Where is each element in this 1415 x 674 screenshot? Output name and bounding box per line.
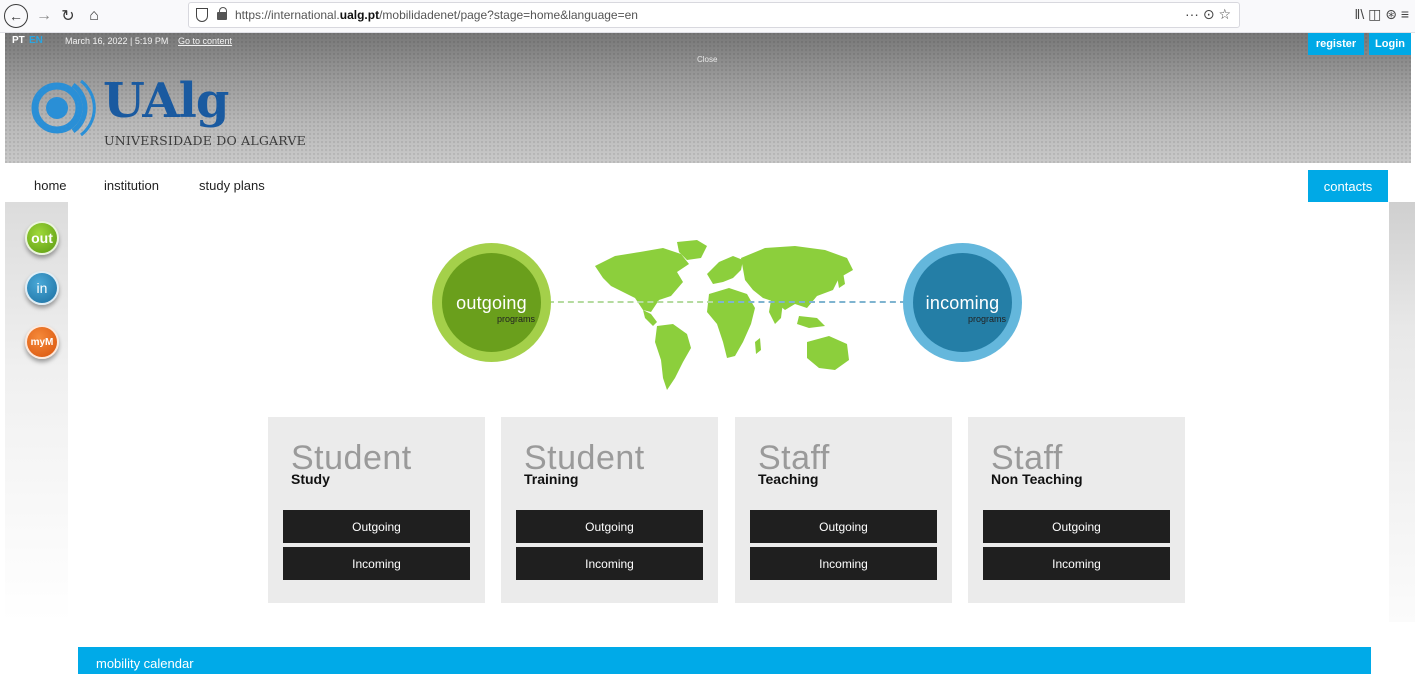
language-en[interactable]: EN	[29, 35, 43, 46]
register-button[interactable]: register	[1308, 33, 1364, 55]
card-subtitle: Training	[524, 471, 579, 487]
card-subtitle: Non Teaching	[991, 471, 1083, 487]
ualg-logo-icon[interactable]	[29, 73, 99, 143]
toolbar-icons[interactable]: ǁ\ ◫ ⊛ ≡	[1355, 6, 1409, 23]
header-banner: PT EN March 16, 2022 | 5:19 PM Go to con…	[5, 33, 1411, 163]
date-time: March 16, 2022 | 5:19 PM	[65, 36, 169, 46]
outgoing-button[interactable]: Outgoing	[516, 510, 703, 543]
top-strip: PT EN March 16, 2022 | 5:19 PM Go to con…	[5, 33, 1411, 49]
shield-icon[interactable]	[196, 8, 208, 22]
page-actions-icons[interactable]: ··· ⊙ ☆	[1185, 6, 1231, 23]
incoming-label: incoming	[925, 293, 1000, 313]
url-text[interactable]: https://international.ualg.pt/mobilidade…	[235, 8, 638, 22]
card-staff-teaching: Staff Teaching Outgoing Incoming	[735, 417, 952, 603]
forward-arrow-icon[interactable]: →	[32, 4, 56, 28]
nav-study-plans[interactable]: study plans	[199, 178, 265, 193]
world-map-icon	[595, 240, 853, 390]
incoming-button[interactable]: Incoming	[983, 547, 1170, 580]
outgoing-sub-label: programs	[496, 314, 535, 324]
incoming-connector-line	[718, 301, 906, 303]
right-side-panel	[1389, 202, 1415, 622]
card-title: Student	[524, 439, 645, 477]
outgoing-button[interactable]: Outgoing	[750, 510, 937, 543]
card-title: Staff	[758, 439, 830, 477]
main-navigation: home institution study plans contacts	[0, 170, 1415, 202]
contacts-button[interactable]: contacts	[1308, 170, 1388, 202]
browser-toolbar: ← → ↻ ⌂ https://international.ualg.pt/mo…	[0, 0, 1415, 33]
card-title: Student	[291, 439, 412, 477]
reload-icon[interactable]: ↻	[56, 4, 80, 28]
nav-institution[interactable]: institution	[104, 178, 159, 193]
lock-icon[interactable]	[217, 7, 227, 20]
card-staff-non-teaching: Staff Non Teaching Outgoing Incoming	[968, 417, 1185, 603]
url-prefix: https://international.	[235, 8, 340, 22]
url-path: /mobilidadenet/page?stage=home&language=…	[379, 8, 638, 22]
language-pt[interactable]: PT	[12, 35, 25, 46]
login-button[interactable]: Login	[1369, 33, 1411, 55]
outgoing-programs-circle[interactable]: outgoing programs	[432, 243, 551, 362]
outgoing-label: outgoing	[456, 293, 527, 313]
mobility-calendar-label: mobility calendar	[96, 656, 194, 671]
card-student-study: Student Study Outgoing Incoming	[268, 417, 485, 603]
mobility-calendar-bar[interactable]: mobility calendar	[78, 647, 1371, 674]
incoming-button[interactable]: Incoming	[283, 547, 470, 580]
card-subtitle: Study	[291, 471, 330, 487]
outgoing-connector-line	[548, 301, 713, 303]
logo-subtitle: UNIVERSIDADE DO ALGARVE	[104, 133, 306, 148]
card-subtitle: Teaching	[758, 471, 819, 487]
outgoing-button[interactable]: Outgoing	[283, 510, 470, 543]
incoming-programs-circle[interactable]: incoming programs	[903, 243, 1022, 362]
card-student-training: Student Training Outgoing Incoming	[501, 417, 718, 603]
card-title: Staff	[991, 439, 1063, 477]
home-icon[interactable]: ⌂	[82, 4, 106, 28]
out-icon[interactable]: out	[25, 221, 59, 255]
go-to-content-link[interactable]: Go to content	[178, 36, 232, 46]
logo-title[interactable]: UAlg	[103, 73, 229, 129]
incoming-button[interactable]: Incoming	[516, 547, 703, 580]
outgoing-button[interactable]: Outgoing	[983, 510, 1170, 543]
url-domain: ualg.pt	[339, 8, 380, 22]
address-bar[interactable]: https://international.ualg.pt/mobilidade…	[188, 2, 1240, 28]
nav-home[interactable]: home	[34, 178, 67, 193]
back-arrow-icon[interactable]: ←	[4, 4, 28, 28]
incoming-button[interactable]: Incoming	[750, 547, 937, 580]
left-side-panel	[5, 202, 68, 622]
my-mobility-icon[interactable]: myM	[25, 325, 59, 359]
in-icon[interactable]: in	[25, 271, 59, 305]
close-link[interactable]: Close	[697, 55, 717, 64]
incoming-sub-label: programs	[967, 314, 1006, 324]
